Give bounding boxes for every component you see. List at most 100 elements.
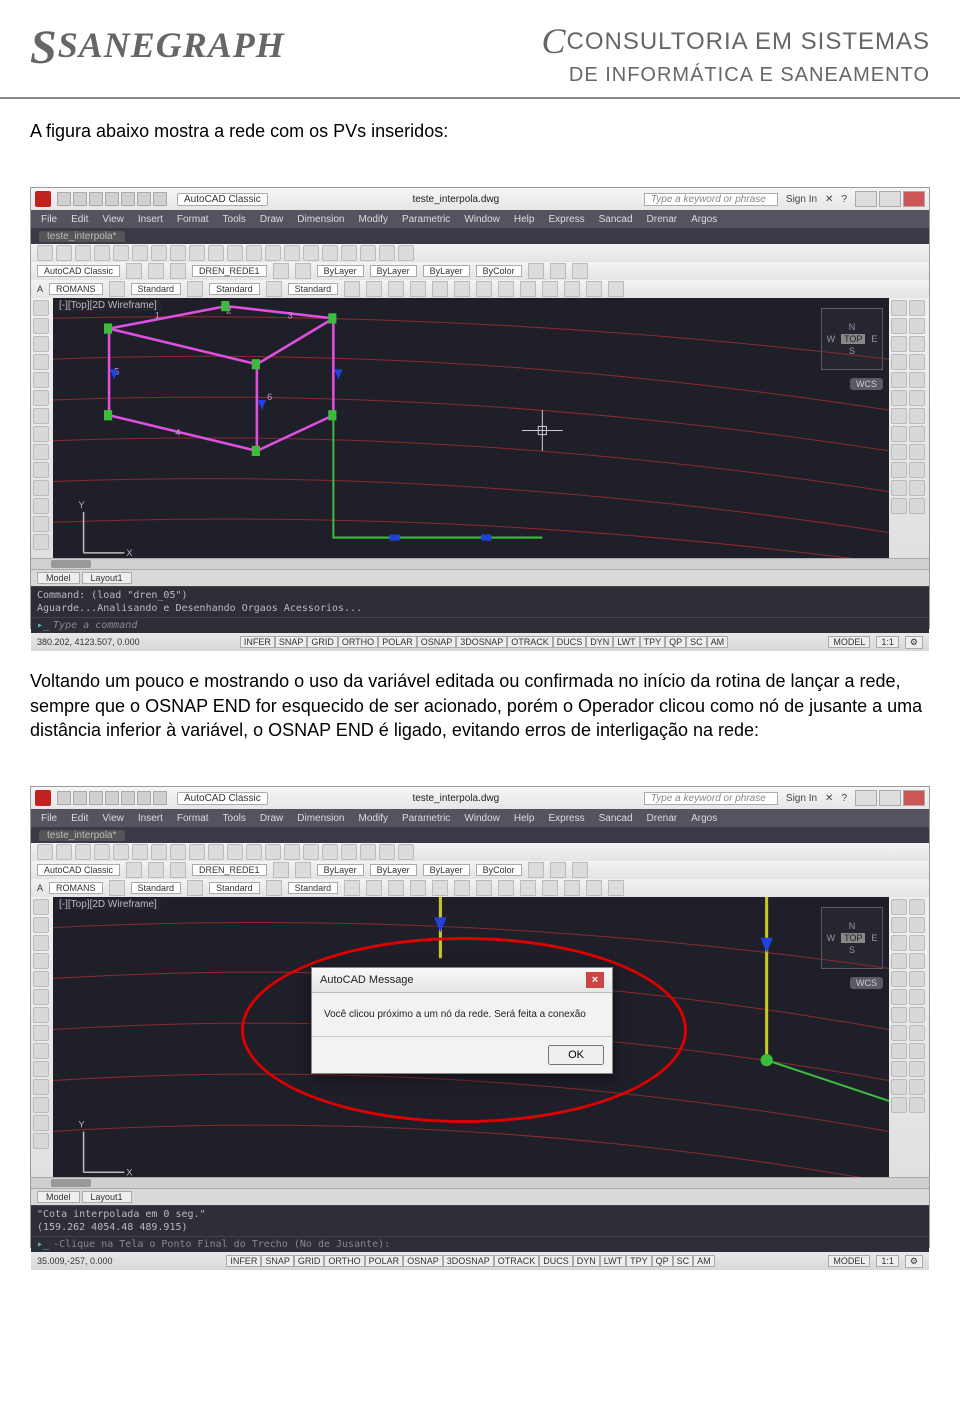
tool-icon[interactable]	[366, 281, 382, 297]
tool-icon[interactable]	[909, 989, 925, 1005]
menu-sancad[interactable]: Sancad	[599, 214, 633, 225]
tool-icon[interactable]	[891, 1079, 907, 1095]
menu-format[interactable]: Format	[177, 214, 209, 225]
tool-icon[interactable]	[608, 880, 624, 896]
tool-icon[interactable]	[151, 844, 167, 860]
tool-icon[interactable]	[564, 880, 580, 896]
tool-icon[interactable]	[360, 844, 376, 860]
mleaderstyle-dd[interactable]: Standard	[288, 283, 339, 295]
toggle[interactable]: OTRACK	[507, 636, 553, 648]
menu-drenar[interactable]: Drenar	[647, 214, 678, 225]
toggle[interactable]: INFER	[226, 1255, 261, 1267]
tool-icon[interactable]	[227, 844, 243, 860]
help-search-input[interactable]: Type a keyword or phrase	[644, 193, 778, 206]
menu-window[interactable]: Window	[464, 214, 500, 225]
tool-icon[interactable]	[33, 1025, 49, 1041]
menu-edit[interactable]: Edit	[71, 813, 88, 824]
tool-icon[interactable]	[170, 263, 186, 279]
tool-icon[interactable]	[410, 880, 426, 896]
tool-icon[interactable]	[608, 281, 624, 297]
plotstyle-dd[interactable]: ByColor	[476, 864, 522, 876]
toggle[interactable]: OTRACK	[494, 1255, 540, 1267]
menu-help[interactable]: Help	[514, 214, 535, 225]
tablestyle-dd[interactable]: Standard	[209, 882, 260, 894]
tool-icon[interactable]	[33, 917, 49, 933]
horizontal-scrollbar[interactable]	[31, 558, 929, 569]
toggle[interactable]: GRID	[294, 1255, 325, 1267]
toggle[interactable]: POLAR	[365, 1255, 404, 1267]
status-right[interactable]: MODEL 1:1 ⚙	[828, 1255, 923, 1268]
layout-tabs[interactable]: Model Layout1	[31, 1188, 929, 1205]
linetype-dd[interactable]: ByLayer	[370, 265, 417, 277]
toggle[interactable]: DUCS	[553, 636, 587, 648]
toggle[interactable]: QP	[665, 636, 686, 648]
status-icon[interactable]: ⚙	[905, 1255, 923, 1268]
toggle[interactable]: OSNAP	[403, 1255, 443, 1267]
toggle[interactable]: TPY	[640, 636, 666, 648]
tool-icon[interactable]	[341, 245, 357, 261]
tool-icon[interactable]	[432, 281, 448, 297]
toggle[interactable]: POLAR	[378, 636, 417, 648]
workspace-dd[interactable]: AutoCAD Classic	[37, 864, 120, 876]
lineweight-dd[interactable]: ByLayer	[423, 864, 470, 876]
tool-icon[interactable]	[542, 880, 558, 896]
tool-icon[interactable]	[454, 281, 470, 297]
tool-icon[interactable]	[909, 480, 925, 496]
dimstyle-dd[interactable]: Standard	[131, 283, 182, 295]
tool-icon[interactable]	[33, 1079, 49, 1095]
tool-icon[interactable]	[341, 844, 357, 860]
toggle[interactable]: ORTHO	[338, 636, 378, 648]
tool-icon[interactable]	[208, 245, 224, 261]
tool-icon[interactable]	[33, 372, 49, 388]
tool-icon[interactable]	[909, 498, 925, 514]
tool-icon[interactable]	[891, 1097, 907, 1113]
tool-icon[interactable]	[33, 1115, 49, 1131]
toggle[interactable]: AM	[693, 1255, 715, 1267]
tool-icon[interactable]	[891, 444, 907, 460]
tab-layout1[interactable]: Layout1	[82, 572, 132, 584]
status-toggles[interactable]: INFER SNAP GRID ORTHO POLAR OSNAP 3DOSNA…	[226, 1255, 714, 1267]
tool-icon[interactable]	[586, 281, 602, 297]
styles-toolbar[interactable]: A ROMANS Standard Standard Standard	[31, 280, 929, 298]
tool-icon[interactable]	[909, 971, 925, 987]
toggle[interactable]: SNAP	[261, 1255, 294, 1267]
menu-bar[interactable]: File Edit View Insert Format Tools Draw …	[31, 809, 929, 827]
tool-icon[interactable]	[586, 880, 602, 896]
tool-icon[interactable]	[388, 281, 404, 297]
help-search-input[interactable]: Type a keyword or phrase	[644, 792, 778, 805]
tool-icon[interactable]	[170, 245, 186, 261]
tool-icon[interactable]	[33, 300, 49, 316]
close-button[interactable]	[903, 191, 925, 207]
toggle[interactable]: DYN	[573, 1255, 600, 1267]
left-tool-palette[interactable]	[31, 298, 53, 558]
linetype-dd[interactable]: ByLayer	[370, 864, 417, 876]
menu-tools[interactable]: Tools	[223, 813, 246, 824]
tool-icon[interactable]	[170, 844, 186, 860]
close-button[interactable]	[903, 790, 925, 806]
tool-icon[interactable]	[33, 1007, 49, 1023]
menu-parametric[interactable]: Parametric	[402, 214, 450, 225]
exchange-icon[interactable]: ✕	[825, 793, 833, 804]
menu-sancad[interactable]: Sancad	[599, 813, 633, 824]
menu-draw[interactable]: Draw	[260, 813, 283, 824]
tool-icon[interactable]	[528, 862, 544, 878]
quick-access-toolbar[interactable]	[57, 791, 167, 805]
tool-icon[interactable]	[208, 844, 224, 860]
maximize-button[interactable]	[879, 191, 901, 207]
tool-icon[interactable]	[148, 263, 164, 279]
status-toggles[interactable]: INFER SNAP GRID ORTHO POLAR OSNAP 3DOSNA…	[240, 636, 728, 648]
layer-dd[interactable]: DREN_REDE1	[192, 864, 267, 876]
menu-parametric[interactable]: Parametric	[402, 813, 450, 824]
tool-icon[interactable]	[273, 263, 289, 279]
tool-icon[interactable]	[891, 318, 907, 334]
doc-tab[interactable]: teste_interpola*	[39, 830, 125, 841]
tool-icon[interactable]	[909, 462, 925, 478]
document-tabs[interactable]: teste_interpola*	[31, 827, 929, 843]
tool-icon[interactable]	[266, 281, 282, 297]
tool-icon[interactable]	[187, 880, 203, 896]
menu-view[interactable]: View	[102, 813, 124, 824]
plotstyle-dd[interactable]: ByColor	[476, 265, 522, 277]
help-icon[interactable]: ?	[841, 194, 847, 205]
tool-icon[interactable]	[33, 390, 49, 406]
tool-icon[interactable]	[891, 953, 907, 969]
